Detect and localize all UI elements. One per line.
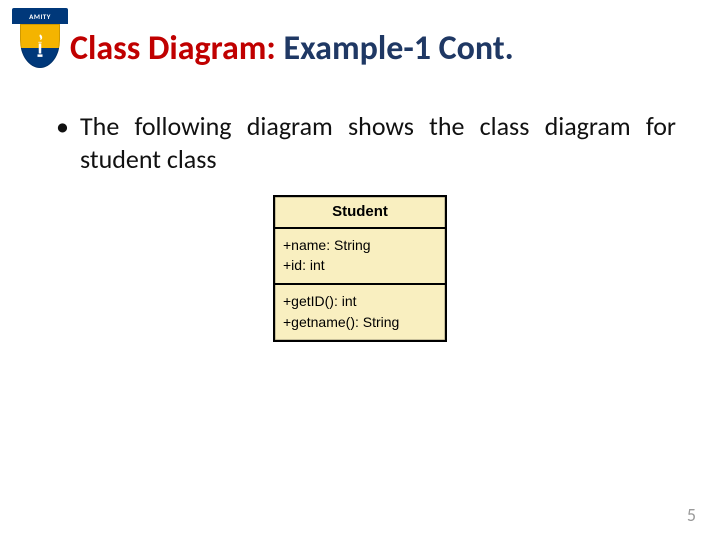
title-part-1: Class Diagram: (70, 28, 276, 69)
uml-operation: +getID(): int (283, 291, 437, 311)
bullet-text: The following diagram shows the class di… (80, 110, 676, 177)
page-number: 5 (687, 504, 696, 526)
bullet-item: • The following diagram shows the class … (56, 110, 676, 177)
uml-class-name: Student (275, 197, 445, 227)
uml-operation: +getname(): String (283, 312, 437, 332)
amity-logo-banner: AMITY (12, 8, 68, 24)
amity-logo: AMITY (12, 8, 68, 64)
bullet-marker: • (56, 110, 80, 177)
uml-operations: +getID(): int +getname(): String (275, 283, 445, 340)
uml-class-box: Student +name: String +id: int +getID():… (273, 195, 447, 342)
slide-title: Class Diagram: Example-1 Cont. (70, 28, 514, 69)
uml-container: Student +name: String +id: int +getID():… (0, 195, 720, 342)
torch-icon (30, 32, 50, 60)
title-part-2: Example-1 Cont. (276, 28, 514, 69)
slide: AMITY Class Diagram: Example-1 Cont. • T… (0, 0, 720, 540)
body-text: • The following diagram shows the class … (56, 110, 676, 177)
uml-attributes: +name: String +id: int (275, 227, 445, 284)
uml-attribute: +name: String (283, 235, 437, 255)
uml-attribute: +id: int (283, 255, 437, 275)
amity-logo-shield (20, 24, 60, 68)
